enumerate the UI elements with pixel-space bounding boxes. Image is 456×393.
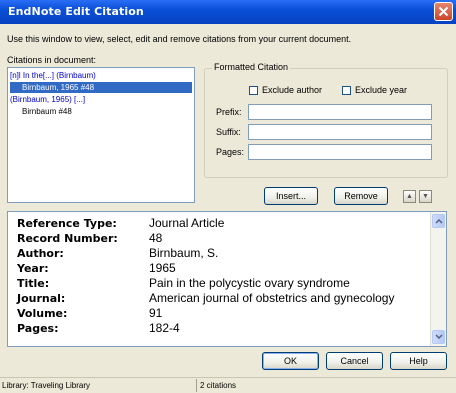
close-icon bbox=[438, 6, 449, 17]
prefix-label: Prefix: bbox=[216, 107, 242, 117]
exclude-author-label: Exclude author bbox=[262, 85, 323, 95]
detail-label: Reference Type: bbox=[17, 217, 117, 230]
chevron-up-icon bbox=[435, 218, 443, 224]
citation-item-label: Birnbaum, 1965 #48 bbox=[22, 83, 95, 92]
arrow-up-icon: ▲ bbox=[406, 193, 413, 200]
title-bar: EndNote Edit Citation bbox=[0, 0, 456, 24]
ok-button[interactable]: OK bbox=[262, 352, 319, 370]
citation-item[interactable]: [n]l In the[...] (Birnbaum) bbox=[10, 70, 96, 81]
exclude-author-checkbox[interactable] bbox=[249, 86, 258, 95]
detail-value: 48 bbox=[149, 231, 163, 245]
detail-label: Year: bbox=[17, 262, 49, 275]
prefix-field[interactable] bbox=[248, 104, 432, 120]
citation-item[interactable]: (Birnbaum, 1965) [...] bbox=[10, 94, 85, 105]
formatted-citation-group bbox=[204, 68, 448, 178]
status-citation-count: 2 citations bbox=[200, 381, 237, 390]
detail-value: Birnbaum, S. bbox=[149, 246, 219, 260]
arrow-down-icon: ▼ bbox=[422, 193, 429, 200]
exclude-year-checkbox[interactable] bbox=[342, 86, 351, 95]
detail-label: Author: bbox=[17, 247, 64, 260]
pages-label: Pages: bbox=[216, 147, 245, 157]
detail-label: Title: bbox=[17, 277, 50, 290]
status-bar: Library: Traveling Library 2 citations bbox=[0, 377, 456, 393]
detail-value: Journal Article bbox=[149, 216, 225, 230]
detail-label: Volume: bbox=[17, 307, 68, 320]
details-scrollbar[interactable] bbox=[430, 212, 446, 346]
exclude-year-label: Exclude year bbox=[355, 85, 408, 95]
pages-field[interactable] bbox=[248, 144, 432, 160]
detail-value: Pain in the polycystic ovary syndrome bbox=[149, 276, 350, 290]
close-button[interactable] bbox=[434, 2, 453, 21]
move-up-button[interactable]: ▲ bbox=[403, 190, 416, 203]
scroll-down-button[interactable] bbox=[432, 330, 445, 344]
detail-value: American journal of obstetrics and gynec… bbox=[149, 291, 395, 305]
status-library: Library: Traveling Library bbox=[2, 381, 91, 390]
detail-label: Record Number: bbox=[17, 232, 118, 245]
move-down-button[interactable]: ▼ bbox=[419, 190, 432, 203]
chevron-down-icon bbox=[435, 334, 443, 340]
detail-label: Pages: bbox=[17, 322, 59, 335]
reference-details-panel[interactable]: Reference Type: Journal Article Record Nu… bbox=[7, 211, 447, 347]
detail-label: Journal: bbox=[17, 292, 66, 305]
help-button[interactable]: Help bbox=[390, 352, 447, 370]
scroll-up-button[interactable] bbox=[432, 214, 445, 228]
status-divider bbox=[196, 379, 197, 392]
detail-value: 182-4 bbox=[149, 321, 180, 335]
insert-button[interactable]: Insert... bbox=[264, 187, 318, 205]
suffix-label: Suffix: bbox=[216, 127, 241, 137]
cancel-button[interactable]: Cancel bbox=[326, 352, 383, 370]
detail-value: 1965 bbox=[149, 261, 176, 275]
window-title: EndNote Edit Citation bbox=[8, 5, 144, 18]
formatted-citation-label: Formatted Citation bbox=[212, 62, 291, 72]
detail-value: 91 bbox=[149, 306, 163, 320]
citation-item[interactable]: Birnbaum #48 bbox=[22, 106, 72, 117]
instructions-text: Use this window to view, select, edit an… bbox=[7, 34, 352, 44]
citations-label: Citations in document: bbox=[7, 55, 97, 65]
citation-item-selected[interactable]: Birnbaum, 1965 #48 bbox=[10, 82, 192, 93]
citations-list[interactable]: [n]l In the[...] (Birnbaum) Birnbaum, 19… bbox=[7, 67, 195, 203]
suffix-field[interactable] bbox=[248, 124, 432, 140]
remove-button[interactable]: Remove bbox=[334, 187, 388, 205]
